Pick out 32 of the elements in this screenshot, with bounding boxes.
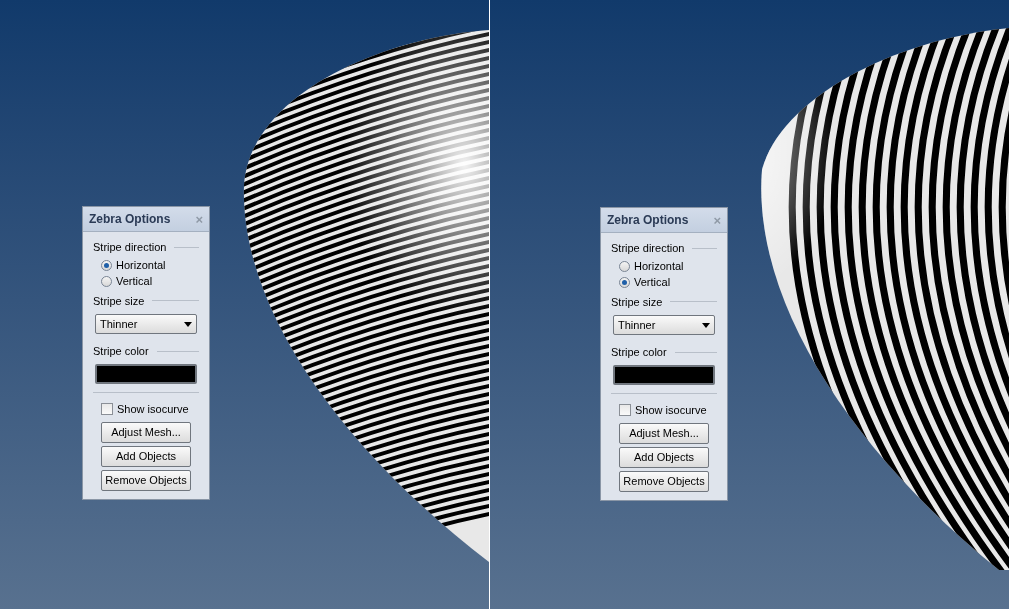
isocurve-checkbox-row[interactable]: Show isocurve: [611, 401, 717, 418]
section-label: Stripe size: [611, 294, 663, 310]
panel-title: Zebra Options: [607, 212, 689, 229]
radio-option[interactable]: Horizontal: [101, 257, 199, 274]
panel-button[interactable]: Adjust Mesh...: [619, 423, 709, 444]
caret-icon: [702, 322, 710, 328]
radio-button[interactable]: [101, 276, 112, 287]
caret-icon: [184, 321, 192, 327]
stripe-size-dropdown[interactable]: Thinner: [613, 315, 715, 335]
radio-button[interactable]: [619, 261, 630, 272]
section-label: Stripe direction: [611, 241, 685, 256]
radio-option[interactable]: Vertical: [619, 274, 717, 291]
isocurve-checkbox-row[interactable]: Show isocurve: [93, 400, 199, 417]
panel-title: Zebra Options: [89, 211, 171, 228]
radio-button[interactable]: [101, 260, 112, 271]
panel-button[interactable]: Adjust Mesh...: [101, 422, 191, 443]
radio-option[interactable]: Vertical: [101, 273, 199, 290]
panel-button[interactable]: Add Objects: [101, 446, 191, 467]
checkbox[interactable]: [101, 402, 113, 415]
panel-button[interactable]: Remove Objects: [619, 471, 709, 492]
section-label: Stripe size: [93, 293, 145, 309]
radio-option[interactable]: Horizontal: [619, 258, 717, 275]
checkbox[interactable]: [619, 403, 631, 416]
panel-button[interactable]: Remove Objects: [101, 470, 191, 491]
radio-button[interactable]: [619, 277, 630, 288]
stripe-size-dropdown[interactable]: Thinner: [95, 314, 197, 334]
stripe-color-swatch[interactable]: [95, 363, 197, 384]
section-label: Stripe color: [611, 345, 667, 360]
stripe-color-swatch[interactable]: [613, 364, 715, 385]
section-label: Stripe color: [93, 344, 149, 359]
section-label: Stripe direction: [93, 240, 167, 255]
panel-button[interactable]: Add Objects: [619, 447, 709, 468]
